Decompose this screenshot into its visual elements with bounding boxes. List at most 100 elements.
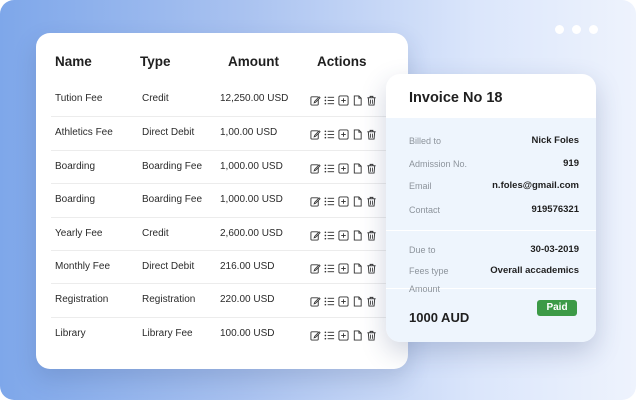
cell-type: Direct Debit	[142, 127, 195, 139]
trash-icon[interactable]	[366, 296, 377, 307]
edit-icon[interactable]	[310, 230, 321, 241]
document-icon[interactable]	[352, 163, 363, 174]
email-value: n.foles@gmail.com	[492, 180, 579, 191]
fees-type-label: Fees type	[409, 266, 449, 276]
document-icon[interactable]	[352, 95, 363, 106]
edit-icon[interactable]	[310, 196, 321, 207]
table-row: Registration Registration 220.00 USD	[51, 283, 391, 316]
table-row: Boarding Boarding Fee 1,000.00 USD	[51, 149, 391, 183]
background: Name Type Amount Actions Tution Fee Credi…	[0, 0, 636, 400]
trash-icon[interactable]	[366, 95, 377, 106]
cell-amount: 1,000.00 USD	[220, 160, 283, 172]
trash-icon[interactable]	[366, 163, 377, 174]
dot-icon	[555, 25, 564, 34]
edit-icon[interactable]	[310, 296, 321, 307]
cell-name: Library	[55, 327, 86, 339]
cell-type: Direct Debit	[142, 260, 195, 272]
email-row: Email n.foles@gmail.com	[409, 180, 579, 195]
list-icon[interactable]	[324, 330, 335, 341]
document-icon[interactable]	[352, 296, 363, 307]
trash-icon[interactable]	[366, 196, 377, 207]
column-header-type: Type	[140, 54, 171, 69]
list-icon[interactable]	[324, 296, 335, 307]
contact-row: Contact 919576321	[409, 204, 579, 219]
admission-row: Admission No. 919	[409, 158, 579, 173]
edit-icon[interactable]	[310, 163, 321, 174]
add-icon[interactable]	[338, 296, 349, 307]
divider	[386, 230, 596, 231]
row-actions	[310, 296, 377, 307]
due-value: 30-03-2019	[530, 244, 579, 255]
column-header-actions: Actions	[317, 54, 367, 69]
cell-name: Boarding	[55, 160, 96, 172]
document-icon[interactable]	[352, 230, 363, 241]
cell-type: Boarding Fee	[142, 194, 203, 206]
document-icon[interactable]	[352, 263, 363, 274]
add-icon[interactable]	[338, 330, 349, 341]
list-icon[interactable]	[324, 95, 335, 106]
cell-amount: 2,600.00 USD	[220, 227, 283, 239]
add-icon[interactable]	[338, 196, 349, 207]
due-label: Due to	[409, 245, 436, 255]
table-row: Tution Fee Credit 12,250.00 USD	[51, 83, 391, 116]
cell-amount: 1,00.00 USD	[220, 127, 278, 139]
edit-icon[interactable]	[310, 263, 321, 274]
row-actions	[310, 263, 377, 274]
cell-amount: 220.00 USD	[220, 294, 275, 306]
column-header-amount: Amount	[228, 54, 279, 69]
table-row: Boarding Boarding Fee 1,000.00 USD	[51, 183, 391, 216]
window-dots	[555, 25, 598, 34]
row-actions	[310, 129, 377, 140]
contact-label: Contact	[409, 205, 441, 215]
fees-type-row: Fees type Overall accademics	[409, 265, 579, 280]
list-icon[interactable]	[324, 263, 335, 274]
table-row: Monthly Fee Direct Debit 216.00 USD	[51, 249, 391, 283]
edit-icon[interactable]	[310, 95, 321, 106]
row-actions	[310, 196, 377, 207]
row-actions	[310, 95, 377, 106]
table-row: Yearly Fee Credit 2,600.00 USD	[51, 216, 391, 250]
dot-icon	[572, 25, 581, 34]
row-actions	[310, 230, 377, 241]
column-header-name: Name	[55, 54, 92, 69]
row-actions	[310, 163, 377, 174]
fees-table-card: Name Type Amount Actions Tution Fee Credi…	[36, 33, 408, 369]
billed-to-row: Billed to Nick Foles	[409, 135, 579, 150]
trash-icon[interactable]	[366, 129, 377, 140]
cell-type: Registration	[142, 294, 196, 306]
billed-to-value: Nick Foles	[531, 135, 579, 146]
cell-name: Tution Fee	[55, 93, 103, 104]
list-icon[interactable]	[324, 163, 335, 174]
amount-value: 1000 AUD	[409, 310, 470, 325]
cell-type: Credit	[142, 227, 169, 239]
trash-icon[interactable]	[366, 230, 377, 241]
list-icon[interactable]	[324, 129, 335, 140]
list-icon[interactable]	[324, 196, 335, 207]
amount-label: Amount	[409, 284, 441, 294]
add-icon[interactable]	[338, 230, 349, 241]
billed-to-label: Billed to	[409, 136, 442, 146]
document-icon[interactable]	[352, 196, 363, 207]
cell-amount: 100.00 USD	[220, 327, 275, 339]
invoice-title: Invoice No 18	[409, 90, 503, 106]
contact-value: 919576321	[531, 204, 579, 215]
table-header: Name Type Amount Actions	[36, 33, 408, 89]
cell-name: Boarding	[55, 194, 96, 206]
table-row: Athletics Fee Direct Debit 1,00.00 USD	[51, 116, 391, 149]
cell-amount: 216.00 USD	[220, 260, 275, 272]
edit-icon[interactable]	[310, 129, 321, 140]
document-icon[interactable]	[352, 129, 363, 140]
edit-icon[interactable]	[310, 330, 321, 341]
add-icon[interactable]	[338, 263, 349, 274]
document-icon[interactable]	[352, 330, 363, 341]
add-icon[interactable]	[338, 129, 349, 140]
list-icon[interactable]	[324, 230, 335, 241]
table-body: Tution Fee Credit 12,250.00 USD Athletics F…	[51, 83, 391, 350]
cell-amount: 12,250.00 USD	[220, 93, 289, 104]
add-icon[interactable]	[338, 163, 349, 174]
invoice-card: Invoice No 18 Billed to Nick Foles Admis…	[386, 74, 596, 342]
trash-icon[interactable]	[366, 263, 377, 274]
cell-type: Credit	[142, 93, 169, 104]
add-icon[interactable]	[338, 95, 349, 106]
trash-icon[interactable]	[366, 330, 377, 341]
